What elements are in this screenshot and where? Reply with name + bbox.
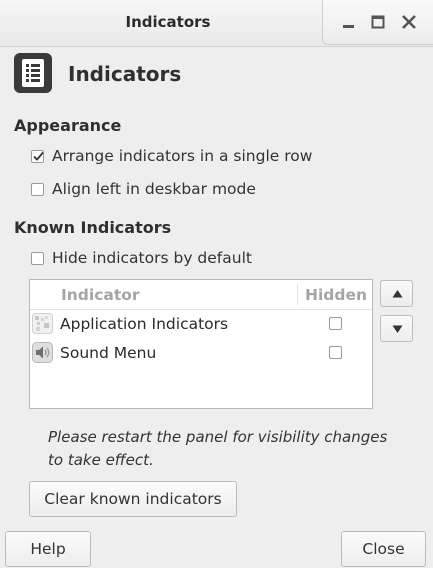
hide-default-option[interactable]: Hide indicators by default bbox=[31, 248, 252, 268]
row-label: Sound Menu bbox=[60, 344, 157, 362]
list-header: Indicator Hidden bbox=[30, 280, 372, 310]
list-item[interactable]: Sound Menu bbox=[30, 339, 372, 368]
row-hidden-checkbox[interactable] bbox=[329, 317, 342, 330]
single-row-label: Arrange indicators in a single row bbox=[52, 147, 313, 165]
align-left-option[interactable]: Align left in deskbar mode bbox=[31, 179, 256, 199]
known-indicators-heading: Known Indicators bbox=[14, 218, 172, 237]
page-title: Indicators bbox=[68, 62, 182, 86]
column-header-hidden[interactable]: Hidden bbox=[305, 286, 367, 304]
title-bar[interactable]: Indicators bbox=[0, 0, 433, 47]
align-left-label: Align left in deskbar mode bbox=[52, 180, 256, 198]
single-row-checkbox[interactable] bbox=[31, 149, 44, 163]
align-left-checkbox[interactable] bbox=[31, 182, 44, 196]
help-button[interactable]: Help bbox=[5, 531, 91, 567]
maximize-icon[interactable] bbox=[368, 12, 388, 32]
hide-default-label: Hide indicators by default bbox=[52, 249, 252, 267]
indicators-list[interactable]: Indicator Hidden Application Indicators bbox=[29, 279, 373, 409]
row-label: Application Indicators bbox=[60, 315, 229, 333]
hide-default-checkbox[interactable] bbox=[31, 251, 44, 265]
window-controls bbox=[322, 0, 433, 45]
appearance-heading: Appearance bbox=[14, 116, 122, 135]
restart-note: Please restart the panel for visibility … bbox=[48, 428, 388, 469]
move-up-button[interactable] bbox=[380, 280, 413, 307]
list-document-icon bbox=[14, 53, 52, 93]
window-title: Indicators bbox=[125, 13, 211, 31]
close-icon[interactable] bbox=[399, 12, 419, 32]
single-row-option[interactable]: Arrange indicators in a single row bbox=[31, 146, 312, 166]
column-header-indicator[interactable]: Indicator bbox=[61, 286, 140, 304]
list-item[interactable]: Application Indicators bbox=[30, 310, 372, 339]
speaker-icon bbox=[32, 342, 53, 363]
column-divider bbox=[297, 284, 298, 305]
minimize-icon[interactable] bbox=[339, 12, 359, 32]
row-hidden-checkbox[interactable] bbox=[329, 346, 342, 359]
close-button[interactable]: Close bbox=[341, 531, 426, 567]
application-indicators-icon bbox=[32, 313, 53, 334]
move-down-button[interactable] bbox=[380, 315, 413, 342]
clear-known-indicators-button[interactable]: Clear known indicators bbox=[29, 481, 237, 517]
